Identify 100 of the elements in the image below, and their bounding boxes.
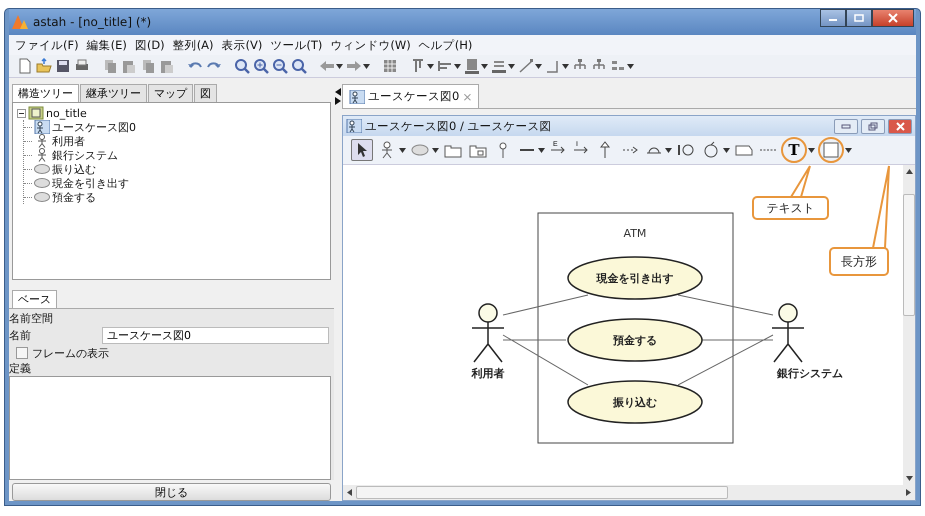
menu-item[interactable]: 編集(E) — [82, 38, 131, 52]
caret-icon[interactable] — [454, 64, 461, 68]
zoom-out-icon[interactable] — [272, 58, 288, 74]
palette-tool[interactable] — [351, 139, 373, 161]
open-folder-icon[interactable] — [36, 58, 52, 74]
ellipse-icon — [34, 162, 50, 176]
close-icon — [888, 13, 898, 23]
editor-tab[interactable]: ユースケース図0 × — [342, 84, 480, 108]
restore-button[interactable] — [861, 118, 885, 134]
caret-icon[interactable] — [808, 148, 815, 152]
caret-icon[interactable] — [363, 64, 370, 68]
caret-icon[interactable] — [538, 148, 545, 152]
line-icon — [520, 148, 534, 152]
scroll-right-icon[interactable] — [906, 489, 911, 496]
field-label: 名前 — [9, 328, 32, 343]
field-label: 定義 — [9, 361, 32, 376]
magnifier-icon[interactable] — [291, 58, 307, 74]
tab[interactable]: ベース — [12, 290, 57, 308]
caret-icon[interactable] — [432, 148, 439, 152]
caret-icon[interactable] — [562, 64, 569, 68]
minimize-icon — [841, 123, 851, 129]
maximize-button[interactable] — [846, 9, 872, 27]
close-icon — [896, 122, 904, 130]
tab[interactable]: 継承ツリー — [80, 84, 147, 102]
line-color-icon[interactable] — [491, 58, 507, 74]
callout-label: テキスト — [766, 201, 814, 215]
caret-icon[interactable] — [723, 148, 730, 152]
caret-icon[interactable] — [399, 148, 406, 152]
scroll-up-icon[interactable] — [906, 169, 912, 174]
dashed-line-icon — [760, 149, 776, 151]
align-icon[interactable] — [437, 58, 453, 74]
ellipse-icon — [34, 190, 50, 204]
palette-tool[interactable]: T — [781, 137, 807, 163]
app-logo-icon — [11, 14, 29, 30]
lollipop-icon — [647, 146, 661, 154]
caret-icon[interactable] — [481, 64, 488, 68]
menu-item[interactable]: ツール(T) — [266, 38, 326, 52]
rectangle-icon — [822, 141, 840, 159]
tree-item[interactable]: 振り込む — [52, 162, 96, 176]
save-icon[interactable] — [55, 58, 71, 74]
use-case-name: 預金する — [613, 334, 657, 347]
tab-label: ユースケース図0 — [368, 89, 460, 104]
close-button[interactable] — [872, 9, 914, 27]
tree-item[interactable]: 預金する — [52, 190, 96, 204]
grid-icon[interactable] — [382, 58, 398, 74]
tree-item[interactable]: 現金を引き出す — [52, 176, 129, 190]
line-style-icon[interactable] — [518, 58, 534, 74]
use-case-name: 現金を引き出す — [596, 272, 674, 285]
connector-icon[interactable] — [545, 58, 561, 74]
magnifier-icon[interactable] — [234, 58, 250, 74]
arrow-icon — [551, 146, 565, 154]
menu-item[interactable]: 表示(V) — [218, 38, 266, 52]
new-file-icon[interactable] — [17, 58, 33, 74]
menu-item[interactable]: ファイル(F) — [11, 38, 83, 52]
caret-icon[interactable] — [535, 64, 542, 68]
caret-icon[interactable] — [627, 64, 634, 68]
tree-item[interactable]: 銀行システム — [52, 148, 118, 162]
menu-item[interactable]: 図(D) — [130, 38, 169, 52]
fill-color-icon[interactable] — [464, 58, 480, 74]
zoom-in-icon[interactable] — [253, 58, 269, 74]
tab[interactable]: マップ — [148, 84, 193, 102]
caret-icon[interactable] — [336, 64, 343, 68]
diagram-icon — [34, 120, 50, 134]
minimize-button[interactable] — [834, 118, 858, 134]
collapse-icon[interactable] — [17, 108, 26, 118]
tab[interactable]: 図 — [194, 84, 217, 102]
palette-tool[interactable] — [818, 137, 844, 163]
restore-icon — [868, 122, 878, 130]
definition-field[interactable] — [9, 376, 331, 480]
caret-icon[interactable] — [845, 148, 852, 152]
close-panel-button[interactable]: 閉じる — [12, 483, 331, 501]
caret-icon[interactable] — [508, 64, 515, 68]
scroll-left-icon[interactable] — [347, 489, 352, 496]
actor-name: 利用者 — [472, 367, 504, 380]
tree-item[interactable]: ユースケース図0 — [52, 120, 136, 134]
maximize-icon — [854, 14, 864, 22]
caret-icon[interactable] — [665, 148, 672, 152]
checkbox-label: フレームの表示 — [32, 346, 109, 360]
name-field[interactable]: ユースケース図0 — [102, 327, 329, 344]
vertical-scrollbar[interactable] — [903, 165, 915, 485]
caret-icon[interactable] — [427, 64, 434, 68]
diagram-icon — [349, 90, 365, 104]
package-icon — [28, 106, 44, 120]
tree-item[interactable]: 利用者 — [52, 134, 85, 148]
tab[interactable]: 構造ツリー — [12, 84, 79, 102]
checkbox[interactable] — [16, 347, 28, 359]
menu-item[interactable]: ウィンドウ(W) — [326, 38, 415, 52]
align-icon[interactable] — [410, 58, 426, 74]
minimize-button[interactable] — [820, 9, 846, 27]
menu-item[interactable]: 整列(A) — [168, 38, 218, 52]
actor-figure — [471, 303, 505, 363]
callout-label: 長方形 — [841, 254, 877, 268]
diagram-icon — [346, 119, 362, 133]
tree-item[interactable]: no_title — [46, 106, 87, 120]
horizontal-scrollbar[interactable] — [343, 485, 915, 500]
ellipse-icon — [34, 176, 50, 190]
use-case-name: 振り込む — [613, 396, 657, 409]
scroll-down-icon[interactable] — [906, 476, 912, 481]
menu-item[interactable]: ヘルプ(H) — [414, 38, 476, 52]
actor-name: 銀行システム — [777, 367, 843, 380]
